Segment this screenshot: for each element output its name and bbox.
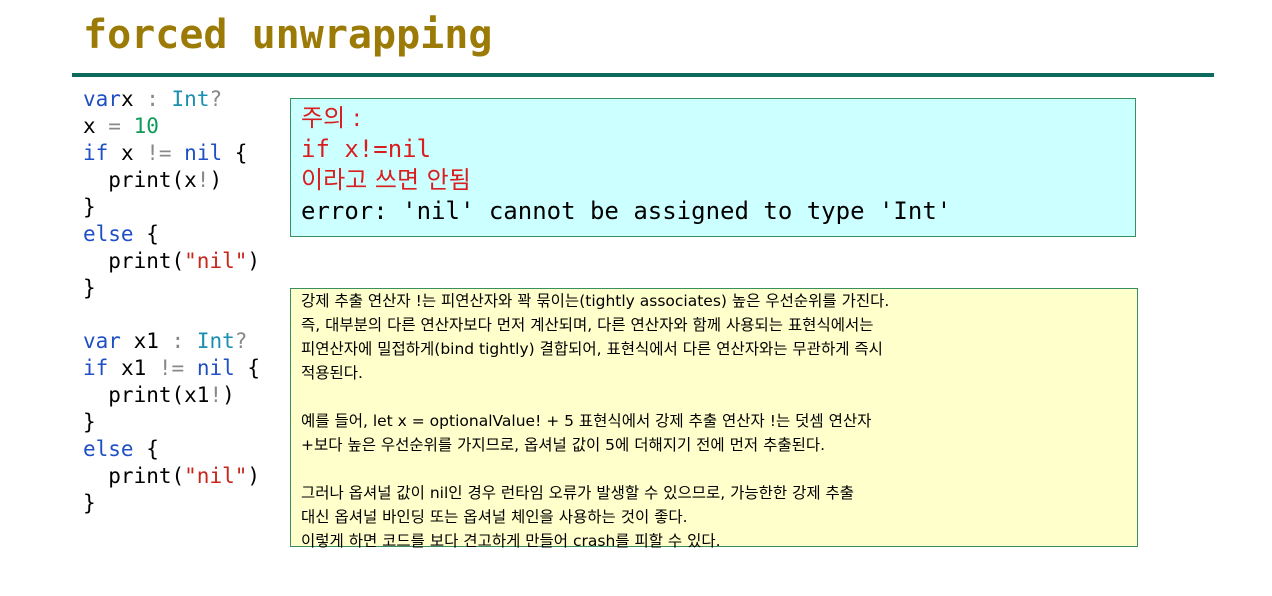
code-line: else { [83, 221, 260, 248]
code-token: { [133, 437, 159, 461]
code-token: : [171, 329, 185, 353]
code-token: print( [83, 464, 185, 488]
explanation-line: 대신 옵셔널 바인딩 또는 옵셔널 체인을 사용하는 것이 좋다. [301, 508, 688, 526]
explanation-line: +보다 높은 우선순위를 가지므로, 옵셔널 값이 5에 더해지기 전에 먼저 … [301, 436, 826, 454]
code-line: x = 10 [83, 113, 260, 140]
explanation-line: 이렇게 하면 코드를 보다 견고하게 만들어 crash를 피할 수 있다. [301, 532, 721, 550]
code-token: ) [222, 383, 235, 407]
title-divider [72, 73, 1214, 77]
slide-title: forced unwrapping [83, 12, 493, 58]
code-token: } [83, 276, 96, 300]
code-token: var [83, 87, 121, 111]
explanation-line: 예를 들어, let x = optionalValue! + 5 표현식에서 … [301, 412, 872, 430]
code-token: ! [196, 168, 210, 192]
code-token: { [234, 356, 261, 380]
code-token: { [133, 222, 159, 246]
code-line: print(x1!) [83, 382, 260, 409]
explanation-line: 즉, 대부분의 다른 연산자보다 먼저 계산되며, 다른 연산자와 함께 사용되… [301, 316, 874, 334]
code-token: "nil" [184, 249, 248, 273]
code-token: { [222, 141, 248, 165]
code-token: var [83, 329, 121, 353]
code-token: print( [83, 249, 185, 273]
code-token: ? [209, 87, 223, 111]
code-token: x [120, 87, 147, 111]
code-token: if [83, 141, 109, 165]
code-token: nil [184, 356, 235, 380]
code-token: } [83, 195, 96, 219]
code-block-1: varx : Int? x = 10 if x != nil { print(x!)… [83, 86, 260, 302]
code-line: } [83, 490, 260, 517]
code-line: } [83, 409, 260, 436]
explanation-line: 그러나 옵셔널 값이 nil인 경우 런타임 오류가 발생할 수 있으므로, 가… [301, 484, 855, 502]
code-line: var x1 : Int? [83, 328, 260, 355]
error-message: error: 'nil' cannot be assigned to type … [301, 197, 952, 225]
warning-heading: 주의 : [301, 104, 361, 132]
code-line: } [83, 275, 260, 302]
code-token: print(x1 [83, 383, 210, 407]
warning-code: if x!=nil [301, 135, 432, 163]
code-token: ? [234, 329, 248, 353]
code-token: x1 [108, 356, 159, 380]
code-token: ! [209, 383, 223, 407]
code-token: ) [209, 168, 223, 192]
code-token: } [83, 491, 96, 515]
code-line: varx : Int? [83, 86, 260, 113]
warning-box: 주의 : if x!=nil 이라고 쓰면 안됨 error: 'nil' ca… [290, 98, 1136, 237]
explanation-line: 피연산자에 밀접하게(bind tightly) 결합되어, 표현식에서 다른 … [301, 340, 883, 358]
code-block-2: var x1 : Int? if x1 != nil { print(x1!)} e… [83, 328, 260, 517]
code-token: if [83, 356, 109, 380]
code-token: x [108, 141, 147, 165]
code-token: ) [247, 249, 261, 273]
explanation-line: 적용된다. [301, 364, 363, 382]
code-token: Int [158, 87, 210, 111]
code-line: print("nil") [83, 463, 260, 490]
code-line: } [83, 194, 260, 221]
code-line: print(x!) [83, 167, 260, 194]
code-token: != [158, 356, 185, 380]
code-line: if x1 != nil { [83, 355, 260, 382]
code-token: else [83, 222, 134, 246]
code-token: Int [184, 329, 235, 353]
code-token: 10 [120, 114, 159, 138]
code-line: print("nil") [83, 248, 260, 275]
code-token: print(x [83, 168, 197, 192]
code-token: "nil" [184, 464, 248, 488]
code-line: else { [83, 436, 260, 463]
code-token: else [83, 437, 134, 461]
code-token: = [108, 114, 121, 138]
code-token: x1 [120, 329, 172, 353]
warning-text: 이라고 쓰면 안됨 [301, 166, 471, 194]
code-token: nil [171, 141, 223, 165]
code-token: != [146, 141, 172, 165]
code-token: : [146, 87, 159, 111]
code-line: if x != nil { [83, 140, 260, 167]
explanation-box: 강제 추출 연산자 !는 피연산자와 꽉 묶이는(tightly associa… [290, 288, 1138, 550]
code-token: } [83, 410, 96, 434]
code-token: x [83, 114, 109, 138]
code-token: ) [247, 464, 261, 488]
explanation-line: 강제 추출 연산자 !는 피연산자와 꽉 묶이는(tightly associa… [301, 292, 890, 310]
